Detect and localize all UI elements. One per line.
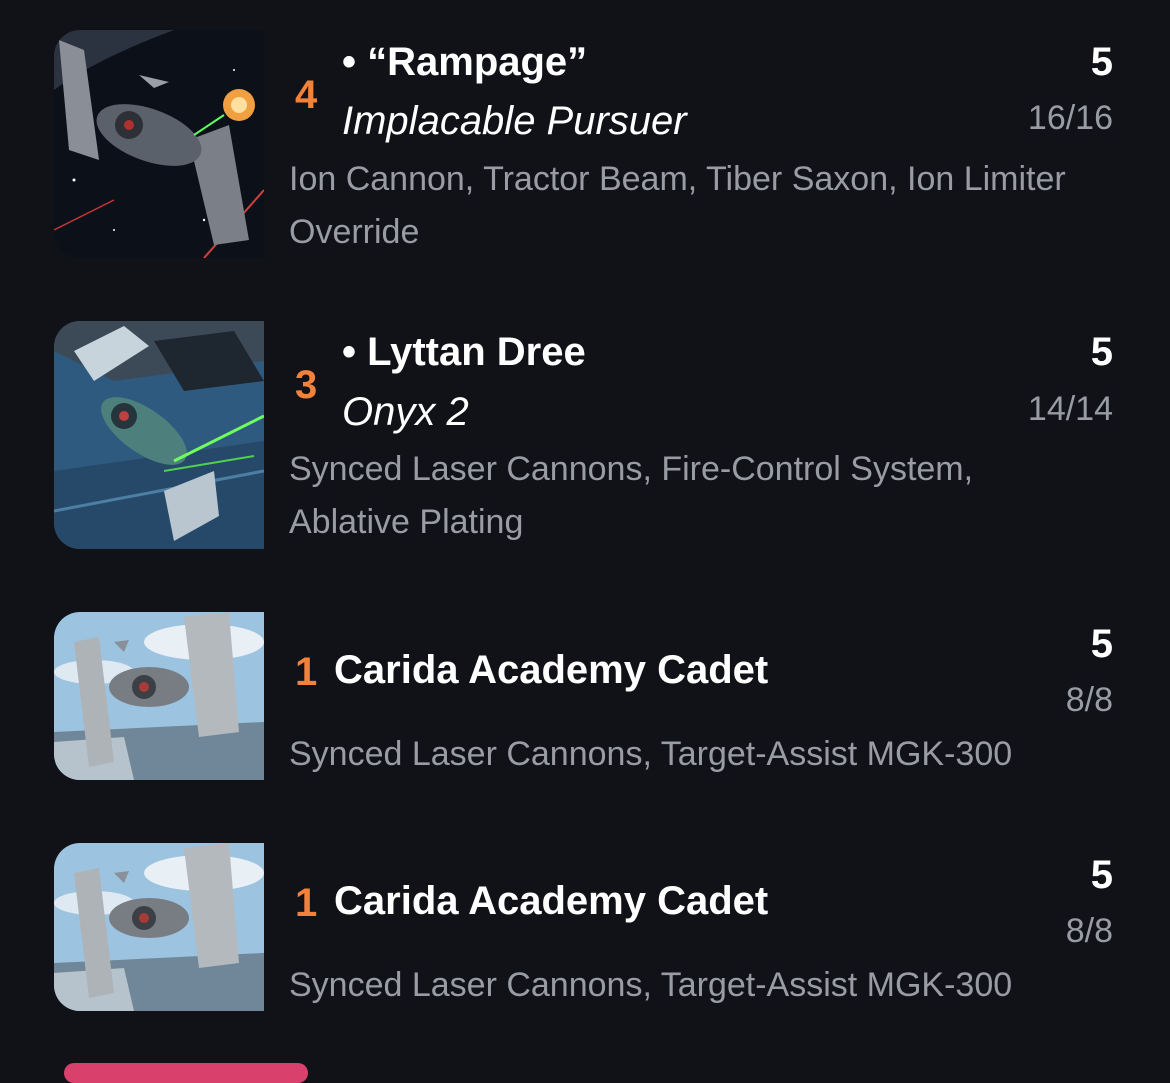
pilot-subtitle: Onyx 2 (342, 390, 469, 434)
pilot-image (54, 321, 264, 549)
initiative-value: 4 (295, 73, 318, 117)
points-cost: 5 (1090, 40, 1113, 84)
pilot-image (54, 843, 264, 1011)
next-item-tab[interactable] (64, 1063, 308, 1083)
points-cost: 5 (1090, 853, 1113, 897)
upgrade-list: Synced Laser Cannons, Target-Assist MGK-… (289, 966, 1013, 1004)
pilot-name: Carida Academy Cadet (334, 879, 769, 923)
pilot-image (54, 612, 264, 780)
hit-points: 14/14 (1027, 390, 1113, 428)
pilot-name: • “Rampage” (342, 40, 588, 84)
upgrade-list: Ion Cannon, Tractor Beam, Tiber Saxon, I… (289, 160, 1066, 251)
initiative-value: 1 (295, 650, 318, 694)
pilot-name: Carida Academy Cadet (334, 648, 769, 692)
initiative-value: 1 (295, 881, 318, 925)
hit-points: 16/16 (1027, 99, 1113, 137)
upgrade-list: Synced Laser Cannons, Target-Assist MGK-… (289, 735, 1013, 773)
pilot-image (54, 30, 264, 258)
hit-points: 8/8 (1065, 681, 1113, 719)
points-cost: 5 (1090, 622, 1113, 666)
initiative-value: 3 (295, 363, 318, 407)
points-cost: 5 (1090, 330, 1113, 374)
pilot-name: • Lyttan Dree (342, 330, 586, 374)
upgrade-list: Synced Laser Cannons, Fire-Control Syste… (289, 450, 974, 541)
pilot-subtitle: Implacable Pursuer (342, 99, 687, 143)
hit-points: 8/8 (1065, 912, 1113, 950)
